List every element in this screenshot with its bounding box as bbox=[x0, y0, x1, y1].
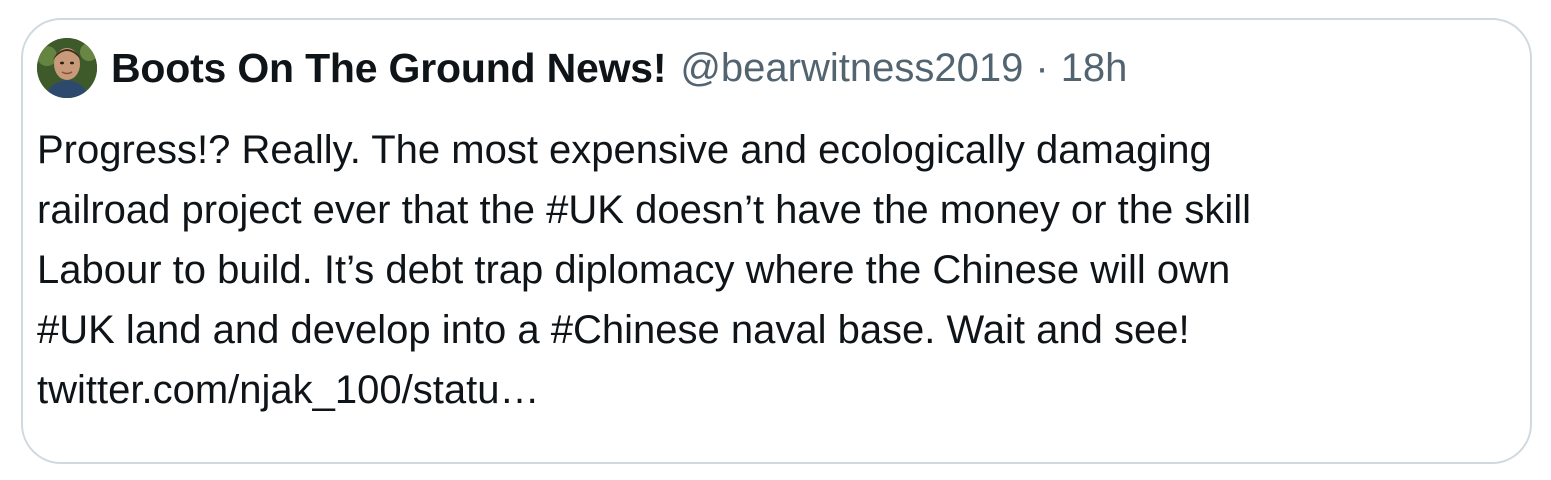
tweet-text-line: Labour to build. It’s debt trap diplomac… bbox=[37, 248, 1231, 292]
avatar-photo-icon bbox=[37, 38, 97, 98]
tweet-text-line: railroad project ever that the #UK doesn… bbox=[37, 188, 1251, 232]
tweet-text-line: #UK land and develop into a #Chinese nav… bbox=[37, 308, 1190, 352]
author-handle[interactable]: @bearwitness2019 bbox=[680, 46, 1023, 91]
tweet-header: Boots On The Ground News! @bearwitness20… bbox=[37, 38, 1127, 98]
tweet-timestamp[interactable]: 18h bbox=[1061, 46, 1128, 91]
meta-separator: · bbox=[1035, 45, 1049, 90]
tweet-text: Progress!? Really. The most expensive an… bbox=[37, 120, 1497, 420]
author-display-name[interactable]: Boots On The Ground News! bbox=[111, 45, 667, 92]
tweet-text-line: Progress!? Really. The most expensive an… bbox=[37, 128, 1212, 172]
avatar[interactable] bbox=[37, 38, 97, 98]
tweet-link[interactable]: twitter.com/njak_100/statu… bbox=[37, 360, 1497, 420]
